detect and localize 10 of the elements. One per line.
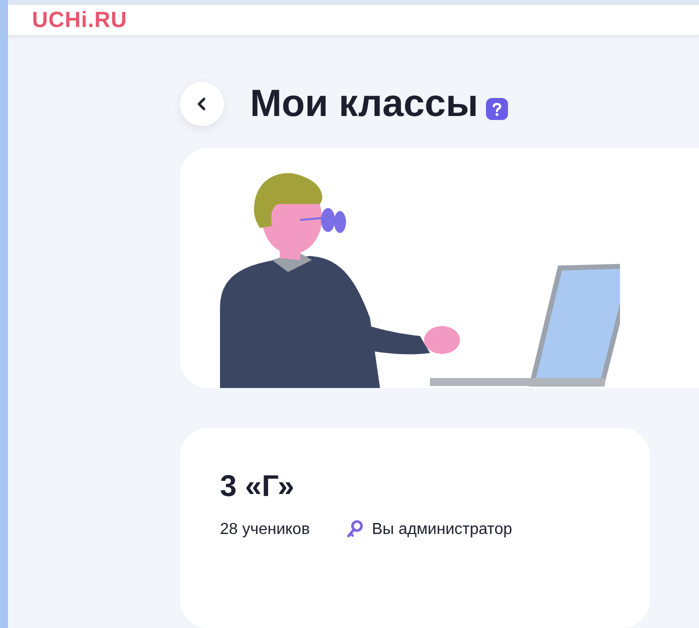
chevron-left-icon	[196, 97, 208, 111]
class-card[interactable]: 3 «Г» 28 учеников Вы администратор	[180, 428, 650, 628]
student-count: 28 учеников	[220, 521, 310, 539]
site-logo[interactable]: UCHi.RU	[32, 6, 128, 33]
key-icon	[346, 520, 364, 540]
help-icon[interactable]	[486, 98, 508, 120]
page-title: Мои классы	[250, 82, 478, 126]
role-label: Вы администратор	[372, 521, 512, 539]
back-button[interactable]	[180, 82, 224, 126]
class-name: 3 «Г»	[220, 470, 296, 504]
